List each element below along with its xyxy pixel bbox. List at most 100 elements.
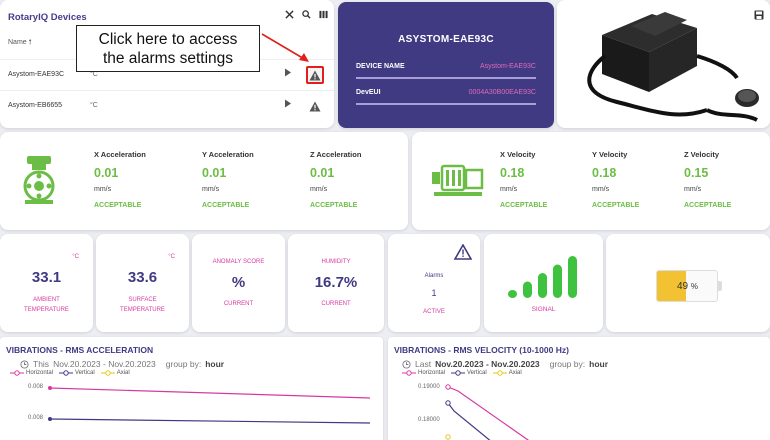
columns-icon[interactable] (319, 10, 328, 19)
velocity-card: X Velocity 0.18 mm/s ACCEPTABLE Y Veloci… (412, 132, 770, 230)
name-column-header[interactable]: Name 🠕 (8, 38, 32, 49)
data-point (445, 400, 451, 406)
device-list-toolbar (285, 10, 328, 19)
metric-status: ACCEPTABLE (500, 202, 548, 209)
dev-eui-value: 0004A30B00EAE93C (468, 89, 536, 96)
ambient-caption-2: TEMPERATURE (24, 307, 69, 313)
metric-value: 0.01 (202, 166, 227, 180)
z-velocity-metric: Z Velocity 0.15 mm/s ACCEPTABLE (684, 150, 731, 209)
signal-bar (523, 281, 532, 298)
chart-plot (48, 386, 371, 424)
metric-unit: mm/s (684, 186, 702, 193)
alarm-settings-button[interactable] (306, 97, 324, 115)
battery-percentage: 49 % (677, 281, 698, 292)
vibration-acceleration-chart: VIBRATIONS - RMS ACCELERATION This Nov.2… (0, 337, 383, 440)
vibration-velocity-chart: VIBRATIONS - RMS VELOCITY (10-1000 Hz) L… (388, 337, 770, 440)
metric-unit: mm/s (500, 186, 518, 193)
device-name: Asystom-EAE93C (8, 71, 65, 78)
signal-bar (508, 290, 517, 298)
vertical-series-line (447, 402, 491, 440)
callout-line-1: Click here to access (98, 31, 238, 48)
metric-value: 0.18 (500, 166, 525, 180)
metric-label: Z Velocity (684, 150, 720, 159)
callout-line-2: the alarms settings (102, 50, 234, 67)
search-icon[interactable] (302, 10, 311, 19)
metric-status: ACCEPTABLE (202, 202, 250, 209)
device-title: ASYSTOM-EAE93C (398, 34, 494, 45)
close-icon[interactable] (285, 10, 294, 19)
device-unit: °C (90, 71, 98, 78)
divider (356, 103, 536, 105)
signal-label: SIGNAL (531, 306, 556, 313)
motor-icon (432, 164, 484, 196)
metric-label: Y Acceleration (202, 150, 254, 159)
surface-caption-2: TEMPERATURE (120, 307, 165, 313)
data-point (445, 434, 451, 440)
anomaly-score-card: ANOMALY SCORE % CURRENT (192, 234, 285, 332)
alarms-label: Alarms (424, 273, 444, 279)
anomaly-caption: CURRENT (223, 301, 254, 307)
name-column-label: Name (8, 39, 27, 46)
divider (356, 77, 536, 79)
temperature-unit: °C (72, 254, 79, 260)
warning-icon (309, 101, 321, 111)
humidity-title: HUMIDITY (321, 259, 351, 265)
z-acceleration-metric: Z Acceleration 0.01 mm/s ACCEPTABLE (310, 150, 361, 209)
metric-unit: mm/s (94, 186, 112, 193)
warning-icon (454, 244, 472, 260)
signal-card: SIGNAL (484, 234, 603, 332)
play-icon[interactable] (284, 99, 292, 108)
humidity-card: HUMIDITY 16.7% CURRENT (288, 234, 384, 332)
sensor-image (587, 12, 759, 122)
device-name-row: DEVICE NAME Asystom-EAE93C (356, 63, 536, 70)
battery-percent-value: 49 (677, 281, 689, 292)
signal-bar (568, 256, 577, 298)
ambient-temperature-value: 33.1 (31, 269, 62, 286)
device-row[interactable]: Asystom-EB6655 °C (0, 90, 334, 120)
ambient-caption-1: AMBIENT (33, 297, 60, 303)
metric-value: 0.01 (94, 166, 119, 180)
acceleration-card: X Acceleration 0.01 mm/s ACCEPTABLE Y Ac… (0, 132, 408, 230)
metric-label: Z Acceleration (310, 150, 362, 159)
metric-status: ACCEPTABLE (592, 202, 640, 209)
temperature-unit: °C (168, 254, 175, 260)
device-image-card (557, 0, 770, 128)
battery-icon: 49 % (656, 270, 722, 302)
alarms-count: 1 (431, 288, 437, 298)
x-velocity-metric: X Velocity 0.18 mm/s ACCEPTABLE (500, 150, 547, 209)
horizontal-series-line (49, 387, 371, 399)
metric-label: Y Velocity (592, 150, 628, 159)
device-name: Asystom-EB6655 (8, 102, 63, 109)
y-acceleration-metric: Y Acceleration 0.01 mm/s ACCEPTABLE (202, 150, 254, 209)
alarms-caption: ACTIVE (423, 309, 445, 315)
y-velocity-metric: Y Velocity 0.18 mm/s ACCEPTABLE (592, 150, 639, 209)
battery-card: 49 % (606, 234, 770, 332)
metric-value: 0.01 (310, 166, 335, 180)
humidity-value: 16.7% (314, 274, 358, 291)
surface-temperature-value: 33.6 (127, 269, 158, 286)
chart-plot (445, 384, 530, 440)
sort-arrow-icon: 🠕 (28, 39, 32, 46)
annotation-callout: Click here to access the alarms settings (76, 25, 260, 72)
battery-percent-unit: % (690, 282, 699, 291)
alarms-card[interactable]: Alarms 1 ACTIVE (388, 234, 480, 332)
alarm-settings-button[interactable] (306, 66, 324, 84)
ambient-temperature-card: °C 33.1 AMBIENT TEMPERATURE (0, 234, 93, 332)
surface-temperature-card: °C 33.6 SURFACE TEMPERATURE (96, 234, 189, 332)
metric-unit: mm/s (202, 186, 220, 193)
battery-terminal (718, 281, 722, 291)
signal-strength-icon (508, 256, 577, 298)
save-icon[interactable] (754, 10, 764, 20)
device-info-panel: ASYSTOM-EAE93C DEVICE NAME Asystom-EAE93… (338, 2, 554, 128)
anomaly-title: ANOMALY SCORE (212, 259, 265, 265)
anomaly-value: % (231, 274, 246, 291)
play-icon[interactable] (284, 68, 292, 77)
humidity-caption: CURRENT (321, 301, 351, 307)
data-point (445, 384, 451, 390)
data-point (48, 386, 52, 390)
signal-bar (538, 273, 547, 298)
metric-unit: mm/s (592, 186, 610, 193)
dev-eui-row: DevEUI 0004A30B00EAE93C (356, 89, 536, 96)
warning-icon (309, 70, 321, 80)
metric-unit: mm/s (310, 186, 328, 193)
